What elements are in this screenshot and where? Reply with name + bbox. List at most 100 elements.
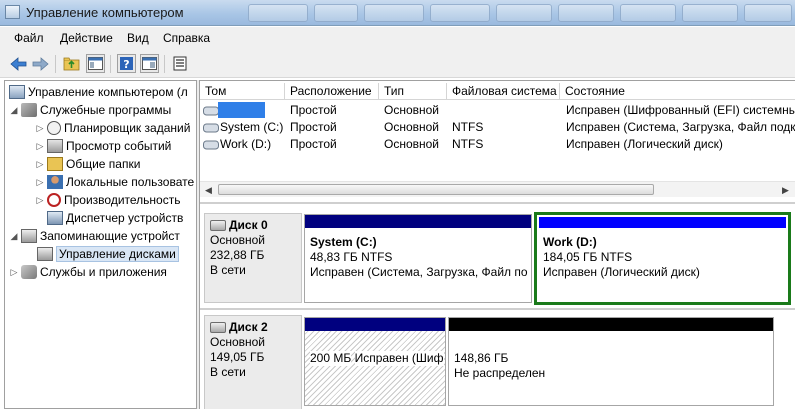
horizontal-scrollbar[interactable]: ◀ ▶	[200, 181, 795, 197]
taskbar-button[interactable]	[744, 4, 792, 22]
expand-arrow-icon[interactable]: ▷	[35, 177, 45, 188]
cell-type: Основной	[384, 120, 440, 134]
cell-filesystem: NTFS	[452, 137, 484, 151]
table-row[interactable]: Work (D:) Простой Основной NTFS Исправен…	[200, 136, 795, 153]
redacted-volume-name	[218, 102, 265, 118]
show-tree-icon[interactable]	[86, 54, 105, 73]
disk-0-kind: Основной	[210, 233, 266, 247]
disk-0-size: 232,88 ГБ	[210, 248, 265, 262]
event-viewer-icon	[47, 139, 63, 153]
tree-item-event-viewer[interactable]: ▷ Просмотр событий	[35, 137, 171, 155]
taskbar-button[interactable]	[364, 4, 424, 22]
tree-item-computer-management[interactable]: Управление компьютером (л	[7, 83, 188, 101]
column-header-volume[interactable]: Том	[200, 83, 285, 100]
toolbar-separator	[55, 55, 56, 73]
column-header-layout[interactable]: Расположение	[285, 83, 379, 100]
menu-file[interactable]: Файл	[14, 31, 44, 45]
export-icon[interactable]	[170, 54, 189, 73]
table-row[interactable]: Простой Основной Исправен (Шифрованный (…	[200, 102, 795, 119]
menu-action[interactable]: Действие	[60, 31, 113, 45]
expand-arrow-icon[interactable]: ▷	[35, 123, 45, 134]
svg-text:?: ?	[123, 58, 129, 71]
scroll-right-icon[interactable]: ▶	[782, 185, 789, 196]
unallocated-partition-bar	[449, 318, 773, 331]
disk-icon	[210, 322, 226, 333]
disk-2-label[interactable]: Диск 2 Основной 149,05 ГБ В сети	[204, 315, 302, 409]
taskbar-button[interactable]	[558, 4, 614, 22]
taskbar-button[interactable]	[314, 4, 358, 22]
tree-item-shared-folders[interactable]: ▷ Общие папки	[35, 155, 140, 173]
partition-status: Не распределен	[454, 366, 546, 380]
cell-volume: System (C:)	[220, 120, 284, 134]
cell-type: Основной	[384, 103, 440, 117]
computer-icon	[9, 85, 25, 99]
taskbar-button[interactable]	[682, 4, 738, 22]
cell-layout: Простой	[290, 103, 337, 117]
partition-work-d[interactable]: Work (D:) 184,05 ГБ NTFS Исправен (Логич…	[534, 212, 791, 305]
tree-item-disk-management[interactable]: Управление дисками	[35, 245, 179, 263]
disk-2-kind: Основной	[210, 335, 266, 349]
partition-status: Исправен (Шифрованн	[354, 351, 444, 366]
volume-icon	[203, 136, 219, 153]
scrollbar-thumb[interactable]	[218, 184, 654, 195]
disk-0-state: В сети	[210, 263, 246, 277]
partition-size: 184,05 ГБ NTFS	[543, 250, 633, 264]
clock-icon	[47, 121, 61, 135]
column-header-status[interactable]: Состояние	[560, 83, 795, 100]
computer-management-icon	[5, 5, 20, 19]
back-arrow-icon[interactable]	[9, 54, 28, 73]
column-header-filesystem[interactable]: Файловая система	[447, 83, 560, 100]
partition-system-c[interactable]: System (C:) 48,83 ГБ NTFS Исправен (Сист…	[304, 214, 532, 303]
scroll-left-icon[interactable]: ◀	[205, 185, 212, 196]
volume-list: Том Расположение Тип Файловая система Со…	[200, 80, 795, 200]
partition-status: Исправен (Система, Загрузка, Файл по	[310, 265, 528, 279]
help-icon[interactable]: ?	[117, 54, 136, 73]
tree-item-device-manager[interactable]: Диспетчер устройств	[45, 209, 183, 227]
expand-arrow-icon[interactable]: ▷	[35, 159, 45, 170]
toolbar-separator	[110, 55, 111, 73]
partition-size: 200 МБ	[310, 351, 352, 366]
collapse-arrow-icon[interactable]: ◢	[9, 231, 19, 242]
column-header-type[interactable]: Тип	[379, 83, 447, 100]
taskbar-button[interactable]	[496, 4, 552, 22]
cell-layout: Простой	[290, 137, 337, 151]
menu-view[interactable]: Вид	[127, 31, 149, 45]
navigation-tree: Управление компьютером (л ◢ Служебные пр…	[4, 80, 196, 409]
taskbar-button[interactable]	[430, 4, 490, 22]
disk-management-icon	[37, 247, 53, 261]
tree-item-system-tools[interactable]: ◢ Служебные программы	[9, 101, 171, 119]
collapse-arrow-icon[interactable]: ◢	[9, 105, 19, 116]
partition-name: Work (D:)	[543, 235, 597, 249]
menu-bar: Файл Действие Вид Справка	[0, 27, 795, 50]
table-row[interactable]: System (C:) Простой Основной NTFS Исправ…	[200, 119, 795, 136]
forward-arrow-icon[interactable]	[31, 54, 50, 73]
tree-item-services[interactable]: ▷ Службы и приложения	[9, 263, 167, 281]
disk-2-name: Диск 2	[210, 320, 301, 335]
taskbar-button[interactable]	[620, 4, 676, 22]
partition-efi-200mb[interactable]: 200 МБ Исправен (Шифрованн	[304, 317, 446, 406]
tree-item-local-users[interactable]: ▷ Локальные пользовате	[35, 173, 194, 191]
partition-unallocated[interactable]: 148,86 ГБ Не распределен	[448, 317, 774, 406]
properties-icon[interactable]	[140, 54, 159, 73]
cell-status: Исправен (Логический диск)	[566, 137, 723, 151]
expand-arrow-icon[interactable]: ▷	[35, 195, 45, 206]
expand-arrow-icon[interactable]: ▷	[35, 141, 45, 152]
menu-help[interactable]: Справка	[163, 31, 210, 45]
disk-2-size: 149,05 ГБ	[210, 350, 265, 364]
taskbar-button[interactable]	[248, 4, 308, 22]
volume-icon	[203, 119, 219, 136]
disk-graphical-view: Диск 0 Основной 232,88 ГБ В сети System …	[200, 202, 795, 409]
primary-partition-bar	[305, 318, 445, 331]
up-folder-icon[interactable]	[62, 54, 81, 73]
storage-icon	[21, 229, 37, 243]
disk-0-label[interactable]: Диск 0 Основной 232,88 ГБ В сети	[204, 213, 302, 303]
cell-layout: Простой	[290, 120, 337, 134]
toolbar: ?	[0, 50, 795, 78]
tree-item-task-scheduler[interactable]: ▷ Планировщик заданий	[35, 119, 190, 137]
tree-item-performance[interactable]: ▷ Производительность	[35, 191, 180, 209]
disk-0-name-text: Диск 0	[229, 218, 268, 232]
tree-item-storage[interactable]: ◢ Запоминающие устройст	[9, 227, 180, 245]
volume-icon	[203, 102, 219, 119]
expand-arrow-icon[interactable]: ▷	[9, 267, 19, 278]
partition-name: System (C:)	[310, 235, 377, 249]
